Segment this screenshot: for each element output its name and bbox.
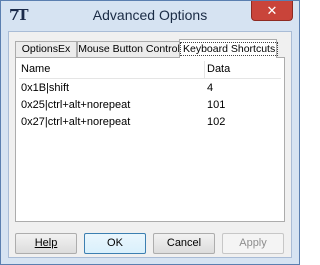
cancel-button[interactable]: Cancel xyxy=(153,233,215,254)
list-item-name: 0x25|ctrl+alt+norepeat xyxy=(21,99,131,111)
list-item-name: 0x27|ctrl+alt+norepeat xyxy=(21,116,131,128)
apply-button[interactable]: Apply xyxy=(222,233,284,254)
list-item-data: 102 xyxy=(207,116,226,128)
list-item-data: 4 xyxy=(207,82,214,94)
list-item[interactable]: 0x27|ctrl+alt+norepeat 102 xyxy=(19,114,281,130)
tab-keyboard-shortcuts[interactable]: Keyboard Shortcuts xyxy=(179,39,279,58)
list-item[interactable]: 0x25|ctrl+alt+norepeat 101 xyxy=(19,97,281,113)
tab-mouse-button-control[interactable]: Mouse Button Control xyxy=(77,41,181,57)
list-item[interactable]: 0x1B|shift 4 xyxy=(19,80,281,96)
tab-optionsex[interactable]: OptionsEx xyxy=(15,41,77,57)
button-row: Help OK Cancel Apply xyxy=(9,233,293,255)
close-button[interactable]: ✕ xyxy=(251,1,293,21)
help-button[interactable]: Help xyxy=(15,233,77,254)
list-header: Name Data xyxy=(19,61,281,79)
column-header-data[interactable]: Data xyxy=(205,61,281,78)
title-bar[interactable]: 7T Advanced Options ✕ xyxy=(1,1,299,31)
dialog-window: 7T Advanced Options ✕ OptionsEx Mouse Bu… xyxy=(0,0,300,265)
dialog-client-area: OptionsEx Mouse Button Control Keyboard … xyxy=(8,31,292,258)
list-item-data: 101 xyxy=(207,99,226,111)
ok-button[interactable]: OK xyxy=(84,233,146,254)
tab-panel-keyboard-shortcuts: Name Data 0x1B|shift 4 0x25|ctrl+alt+nor… xyxy=(15,57,285,222)
column-header-name[interactable]: Name xyxy=(19,61,204,78)
help-button-label: Help xyxy=(34,237,58,249)
list-item-name: 0x1B|shift xyxy=(21,82,70,94)
tab-keyboard-shortcuts-label: Keyboard Shortcuts xyxy=(180,42,279,56)
shortcuts-list[interactable]: Name Data 0x1B|shift 4 0x25|ctrl+alt+nor… xyxy=(19,61,281,218)
